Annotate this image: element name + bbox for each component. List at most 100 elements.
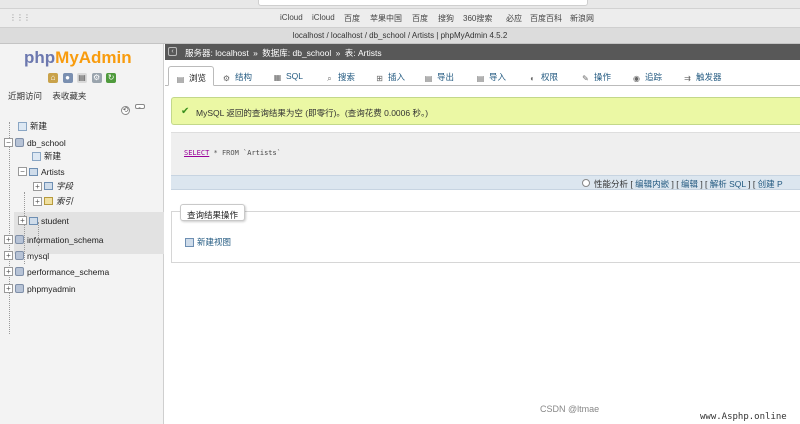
table-icon — [29, 167, 38, 176]
back-arrow-icon[interactable]: ‹ — [168, 47, 177, 56]
tree-columns[interactable]: + 字段 — [33, 180, 73, 194]
tracking-icon: ◉ — [633, 74, 640, 83]
bookmark-item[interactable]: 百度百科 — [530, 13, 562, 24]
tree-table-student[interactable]: + student — [18, 215, 69, 229]
expand-icon[interactable]: + — [33, 196, 42, 206]
expand-icon[interactable]: + — [4, 235, 13, 245]
create-view-link[interactable]: 新建视图 — [185, 236, 231, 248]
tree-new-table[interactable]: 新建 — [32, 150, 61, 164]
create-php-code-link[interactable]: 创建 P — [758, 179, 783, 189]
bookmark-item[interactable]: 百度 — [344, 13, 360, 24]
expand-icon[interactable]: + — [33, 181, 42, 191]
query-results-operations-legend: 查询结果操作 — [180, 204, 246, 221]
apps-grid-icon[interactable]: ⋮⋮⋮ — [9, 14, 31, 22]
expand-icon[interactable]: + — [18, 216, 27, 226]
operations-icon: ✎ — [582, 74, 589, 83]
collapse-icon[interactable]: − — [18, 167, 27, 177]
bookmark-item[interactable]: 搜狗 — [438, 13, 454, 24]
sql-query[interactable]: SELECT * FROM `Artists` — [184, 149, 281, 157]
bookmark-item[interactable]: 苹果中国 — [370, 13, 402, 24]
tree-connector — [9, 122, 10, 334]
indexes-icon — [44, 197, 53, 205]
checkmark-icon: ✔ — [181, 106, 190, 117]
tab-browse[interactable]: ▤ 浏览 — [168, 66, 214, 86]
sql-icon: ▦ — [273, 73, 282, 82]
privileges-icon: ◐ — [530, 74, 535, 83]
tab-search[interactable]: ⌕ 搜索 — [325, 66, 367, 86]
link-with-main-icon[interactable]: - — [134, 104, 145, 112]
tree-db-mysql[interactable]: + mysql — [4, 250, 49, 264]
tree-db-performance-schema[interactable]: + performance_schema — [4, 266, 109, 280]
tab-insert[interactable]: ⊞ 插入 — [375, 66, 417, 86]
expand-icon[interactable]: + — [4, 284, 13, 294]
query-options-bar: 性能分析 [ 编辑内嵌 ] [ 编辑 ] [ 解析 SQL ] [ 创建 P — [171, 175, 800, 190]
breadcrumb: ‹ 服务器: localhost » 数据库: db_school » 表: A… — [165, 44, 800, 60]
triggers-icon: ⇉ — [684, 74, 691, 83]
tab-sql[interactable]: ▦ SQL — [273, 66, 315, 86]
phpmyadmin-logo[interactable]: phpMyAdmin — [24, 48, 132, 68]
collapse-icon[interactable]: − — [4, 138, 13, 148]
collapse-all-icon[interactable]: ⟲ — [121, 106, 130, 115]
database-icon — [15, 138, 24, 148]
bookmarks-bar: ⋮⋮⋮ iCloud iCloud 百度 苹果中国 百度 搜狗 360搜索 必应… — [0, 9, 800, 28]
import-icon: ▤ — [476, 74, 485, 83]
breadcrumb-table[interactable]: 表: Artists — [345, 48, 382, 58]
database-icon — [15, 267, 24, 277]
new-table-icon — [32, 151, 41, 161]
expand-icon[interactable]: + — [4, 267, 13, 277]
edit-link[interactable]: 编辑 — [681, 179, 698, 189]
bookmark-item[interactable]: iCloud — [280, 13, 303, 22]
address-bar[interactable] — [258, 0, 588, 6]
bookmark-item[interactable]: iCloud — [312, 13, 335, 22]
nav-links: 近期访问 表收藏夹 — [8, 90, 94, 102]
breadcrumb-separator: » — [335, 48, 341, 58]
tree-table-artists[interactable]: − Artists — [18, 166, 65, 180]
database-icon — [15, 251, 24, 261]
profiling-label: 性能分析 — [594, 179, 629, 189]
search-icon: ⌕ — [327, 74, 332, 83]
breadcrumb-database[interactable]: 数据库: db_school — [262, 48, 331, 58]
tab-tracking[interactable]: ◉ 追踪 — [632, 66, 674, 86]
bookmark-item[interactable]: 百度 — [412, 13, 428, 24]
tab-operations[interactable]: ✎ 操作 — [581, 66, 623, 86]
recent-tables-link[interactable]: 近期访问 — [8, 91, 42, 101]
csdn-watermark: CSDN @ltmae — [540, 404, 600, 414]
tree-controls: ⟲ - — [121, 104, 147, 115]
tab-structure[interactable]: ⚙ 结构 — [222, 66, 266, 86]
columns-icon — [44, 182, 53, 190]
edit-inline-link[interactable]: 编辑内嵌 — [635, 179, 669, 189]
tree-new-database[interactable]: 新建 — [18, 120, 47, 134]
tab-privileges[interactable]: ◐ 权限 — [528, 66, 570, 86]
navigation-panel: phpMyAdmin ⌂ ● ▤ ⚙ ↻ 近期访问 表收藏夹 ⟲ - 新建 − d… — [0, 44, 164, 424]
view-icon — [185, 238, 194, 247]
bookmark-item[interactable]: 新浪网 — [570, 13, 594, 24]
tree-db-phpmyadmin[interactable]: + phpmyadmin — [4, 283, 76, 297]
breadcrumb-server[interactable]: 服务器: localhost — [185, 48, 249, 58]
profiling-checkbox[interactable] — [582, 179, 590, 187]
logout-icon[interactable]: ● — [62, 73, 73, 83]
reload-icon[interactable]: ↻ — [106, 73, 117, 83]
database-icon — [15, 284, 24, 294]
structure-icon: ⚙ — [222, 74, 231, 83]
favorite-tables-link[interactable]: 表收藏夹 — [52, 91, 86, 101]
tree-db-school[interactable]: − db_school — [4, 137, 66, 151]
browser-toolbar — [0, 0, 800, 9]
tab-import[interactable]: ▤ 导入 — [476, 66, 518, 86]
settings-icon[interactable]: ⚙ — [91, 73, 102, 83]
success-notice: ✔ MySQL 返回的查询结果为空 (即零行)。(查询花费 0.0006 秒。) — [171, 97, 800, 125]
home-icon[interactable]: ⌂ — [48, 73, 58, 83]
database-icon — [15, 235, 24, 245]
browser-tab-title[interactable]: localhost / localhost / db_school / Arti… — [0, 31, 800, 40]
expand-icon[interactable]: + — [4, 251, 13, 261]
browse-icon: ▤ — [176, 75, 185, 84]
bookmark-item[interactable]: 必应 — [506, 13, 522, 24]
explain-sql-link[interactable]: 解析 SQL — [710, 179, 746, 189]
docs-icon[interactable]: ▤ — [77, 73, 88, 83]
breadcrumb-separator: » — [253, 48, 258, 58]
tree-indexes[interactable]: + 索引 — [33, 195, 73, 209]
tree-db-information-schema[interactable]: + information_schema — [4, 234, 104, 248]
tab-triggers[interactable]: ⇉ 触发器 — [683, 66, 737, 86]
notice-message: MySQL 返回的查询结果为空 (即零行)。(查询花费 0.0006 秒。) — [196, 108, 429, 118]
bookmark-item[interactable]: 360搜索 — [463, 13, 492, 24]
tab-export[interactable]: ▤ 导出 — [424, 66, 466, 86]
